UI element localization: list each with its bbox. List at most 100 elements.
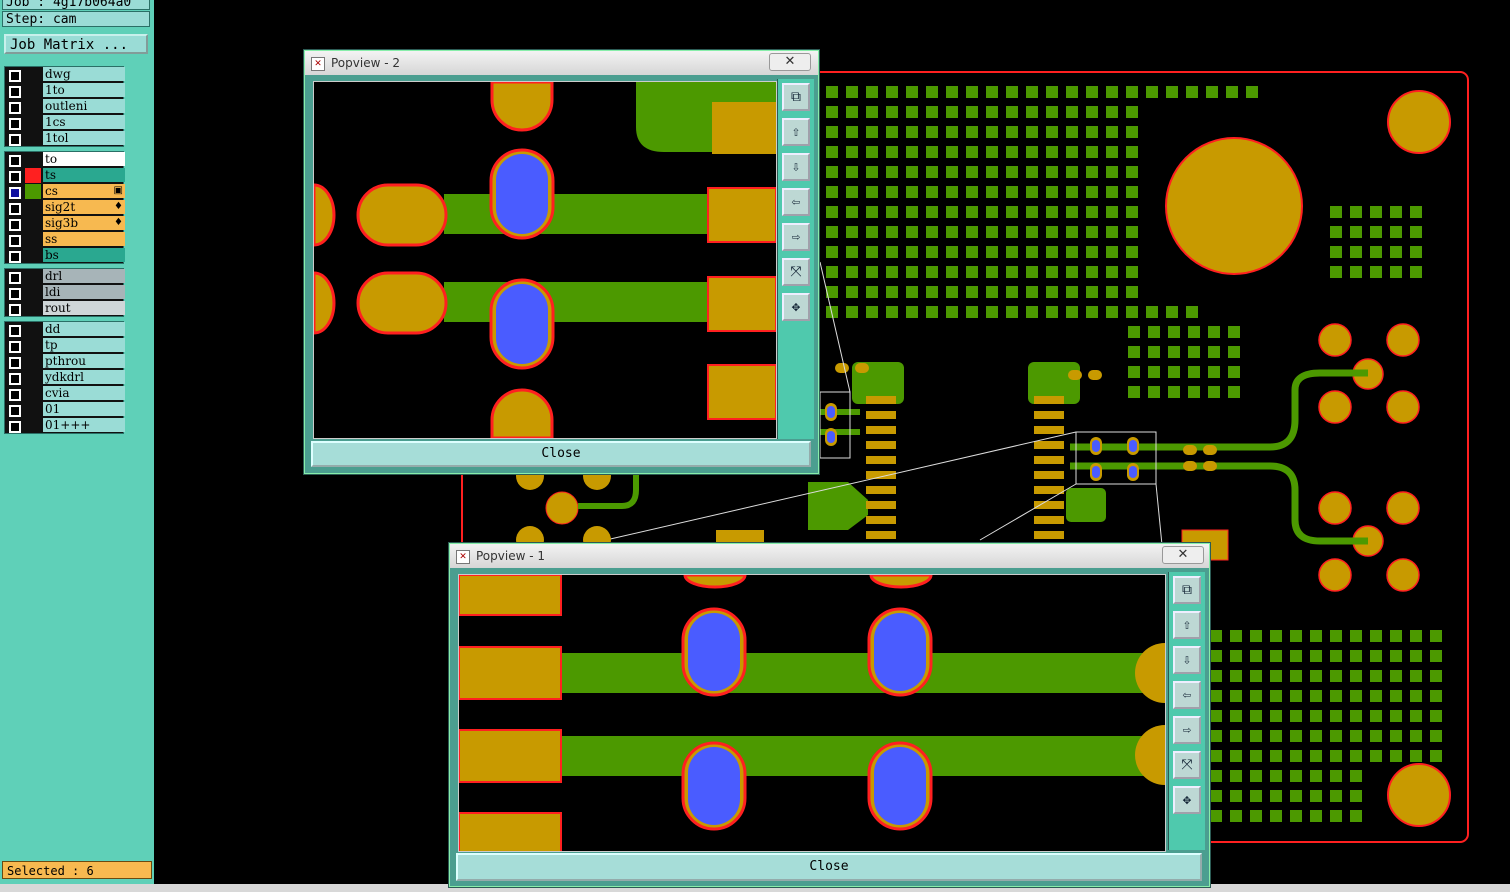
layer-color-swatch[interactable]: [25, 67, 41, 82]
layer-color-swatch[interactable]: [25, 248, 41, 263]
layer-color-swatch[interactable]: [25, 216, 41, 231]
layer-color-swatch[interactable]: [25, 232, 41, 247]
layer-color-swatch[interactable]: [25, 269, 41, 284]
layer-row-sig3b[interactable]: sig3b ♦: [5, 216, 125, 231]
layer-name-label[interactable]: 01: [43, 402, 125, 416]
layer-row-tp[interactable]: tp: [5, 338, 125, 353]
move-left-icon[interactable]: ⇦: [782, 188, 810, 216]
layer-color-swatch[interactable]: [25, 99, 41, 114]
layer-row-ts[interactable]: ts: [5, 168, 125, 183]
popview-2-zoom-view[interactable]: [313, 81, 777, 439]
layer-row-sig2t[interactable]: sig2t ♦: [5, 200, 125, 215]
layer-name-label[interactable]: tp: [43, 338, 125, 352]
popview-2-close-button[interactable]: Close: [311, 441, 811, 467]
layer-checkbox[interactable]: [9, 341, 21, 353]
layer-checkbox[interactable]: [9, 171, 21, 183]
layer-name-label[interactable]: bs: [43, 248, 125, 262]
layer-checkbox[interactable]: [9, 70, 21, 82]
layer-color-swatch[interactable]: [25, 386, 41, 401]
zoom-window-icon[interactable]: ⧉: [782, 83, 810, 111]
move-left-icon[interactable]: ⇦: [1173, 681, 1201, 709]
layer-name-label[interactable]: pthrou: [43, 354, 125, 368]
layer-row-dd[interactable]: dd: [5, 322, 125, 337]
zoom-out-icon[interactable]: ⤧: [782, 258, 810, 286]
layer-name-label[interactable]: rout: [43, 301, 125, 315]
layer-name-label[interactable]: dwg: [43, 67, 125, 81]
layer-checkbox[interactable]: [9, 304, 21, 316]
popview-1-zoom-view[interactable]: [458, 574, 1166, 852]
layer-color-swatch[interactable]: [25, 301, 41, 316]
layer-row-1to[interactable]: 1to: [5, 83, 125, 98]
layer-checkbox[interactable]: [9, 325, 21, 337]
layer-color-swatch[interactable]: [25, 322, 41, 337]
layer-checkbox[interactable]: [9, 102, 21, 114]
move-right-icon[interactable]: ⇨: [782, 223, 810, 251]
layer-color-swatch[interactable]: [25, 168, 41, 183]
layer-color-swatch[interactable]: [25, 83, 41, 98]
layer-color-swatch[interactable]: [25, 200, 41, 215]
layer-checkbox[interactable]: [9, 373, 21, 385]
move-up-icon[interactable]: ⇧: [782, 118, 810, 146]
layer-name-label[interactable]: ss: [43, 232, 125, 246]
move-right-icon[interactable]: ⇨: [1173, 716, 1201, 744]
layer-row-dwg[interactable]: dwg: [5, 67, 125, 82]
layer-name-label[interactable]: ydkdrl: [43, 370, 125, 384]
layer-checkbox[interactable]: [9, 187, 21, 199]
layer-name-label[interactable]: 1cs: [43, 115, 125, 129]
layer-checkbox[interactable]: [9, 357, 21, 369]
layer-name-label[interactable]: cvia: [43, 386, 125, 400]
layer-checkbox[interactable]: [9, 405, 21, 417]
layer-row-1tol[interactable]: 1tol: [5, 131, 125, 146]
layer-color-swatch[interactable]: [25, 402, 41, 417]
layer-row-ydkdrl[interactable]: ydkdrl: [5, 370, 125, 385]
layer-name-label[interactable]: ts: [43, 168, 125, 182]
layer-color-swatch[interactable]: [25, 285, 41, 300]
layer-name-label[interactable]: 1to: [43, 83, 125, 97]
zoom-fit-icon[interactable]: ✥: [782, 293, 810, 321]
layer-checkbox[interactable]: [9, 251, 21, 263]
layer-row-01+++[interactable]: 01+++: [5, 418, 125, 433]
layer-name-label[interactable]: 1tol: [43, 131, 125, 145]
layer-name-label[interactable]: ldi: [43, 285, 125, 299]
layer-checkbox[interactable]: [9, 86, 21, 98]
layer-checkbox[interactable]: [9, 272, 21, 284]
layer-name-label[interactable]: outleni: [43, 99, 125, 113]
popview-1-titlebar[interactable]: ✕ Popview - 1 ✕: [450, 544, 1209, 568]
layer-row-to[interactable]: to: [5, 152, 125, 167]
layer-color-swatch[interactable]: [25, 152, 41, 167]
job-matrix-button[interactable]: Job Matrix ...: [4, 34, 148, 54]
layer-row-01[interactable]: 01: [5, 402, 125, 417]
popview-2-close-x-button[interactable]: ✕: [769, 53, 811, 71]
layer-color-swatch[interactable]: [25, 115, 41, 130]
popview-2-titlebar[interactable]: ✕ Popview - 2 ✕: [305, 51, 818, 75]
layer-name-label[interactable]: drl: [43, 269, 125, 283]
layer-name-label[interactable]: sig3b ♦: [43, 216, 125, 230]
popview-1-close-x-button[interactable]: ✕: [1162, 546, 1204, 564]
layer-row-outleni[interactable]: outleni: [5, 99, 125, 114]
layer-checkbox[interactable]: [9, 235, 21, 247]
layer-name-label[interactable]: 01+++: [43, 418, 125, 432]
move-up-icon[interactable]: ⇧: [1173, 611, 1201, 639]
layer-row-drl[interactable]: drl: [5, 269, 125, 284]
layer-row-cs[interactable]: cs ▣: [5, 184, 125, 199]
layer-checkbox[interactable]: [9, 389, 21, 401]
layer-checkbox[interactable]: [9, 155, 21, 167]
layer-color-swatch[interactable]: [25, 184, 41, 199]
zoom-fit-icon[interactable]: ✥: [1173, 786, 1201, 814]
layer-name-label[interactable]: cs ▣: [43, 184, 125, 198]
layer-color-swatch[interactable]: [25, 418, 41, 433]
layer-checkbox[interactable]: [9, 134, 21, 146]
layer-checkbox[interactable]: [9, 219, 21, 231]
layer-row-ldi[interactable]: ldi: [5, 285, 125, 300]
layer-name-label[interactable]: dd: [43, 322, 125, 336]
layer-checkbox[interactable]: [9, 118, 21, 130]
zoom-window-icon[interactable]: ⧉: [1173, 576, 1201, 604]
layer-row-rout[interactable]: rout: [5, 301, 125, 316]
layer-color-swatch[interactable]: [25, 131, 41, 146]
layer-row-ss[interactable]: ss: [5, 232, 125, 247]
layer-row-cvia[interactable]: cvia: [5, 386, 125, 401]
layer-color-swatch[interactable]: [25, 354, 41, 369]
layer-checkbox[interactable]: [9, 421, 21, 433]
layer-color-swatch[interactable]: [25, 370, 41, 385]
layer-name-label[interactable]: to: [43, 152, 125, 166]
